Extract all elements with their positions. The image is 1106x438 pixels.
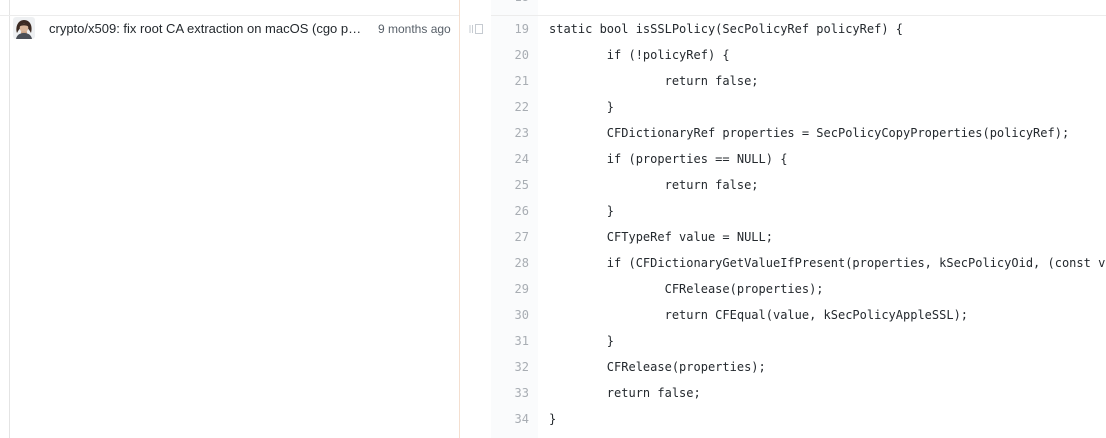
code-top-border (491, 15, 1106, 16)
blame-divider (459, 0, 460, 438)
line-number[interactable]: 22 (491, 98, 529, 116)
line-number[interactable]: 21 (491, 72, 529, 90)
code-line: CFRelease(properties); (549, 282, 824, 296)
code-line: } (549, 334, 615, 348)
code-line: if (!policyRef) { (549, 48, 730, 62)
author-avatar-icon[interactable] (13, 17, 35, 39)
code-line: CFTypeRef value = NULL; (549, 230, 773, 244)
blame-view: crypto/x509: fix root CA extraction on m… (0, 0, 1106, 438)
code-line: return CFEqual(value, kSecPolicyAppleSSL… (549, 308, 969, 322)
code-line: if (CFDictionaryGetValueIfPresent(proper… (549, 256, 1106, 270)
line-number[interactable]: 29 (491, 280, 529, 298)
line-number[interactable]: 34 (491, 410, 529, 428)
commit-age: 9 months ago (378, 22, 451, 36)
code-line: CFDictionaryRef properties = SecPolicyCo… (549, 126, 1070, 140)
code-line: CFRelease(properties); (549, 360, 766, 374)
code-line: return false; (549, 178, 759, 192)
blame-column: crypto/x509: fix root CA extraction on m… (0, 0, 459, 438)
line-number[interactable]: 20 (491, 46, 529, 64)
code-line: } (549, 204, 615, 218)
commit-message-link[interactable]: crypto/x509: fix root CA extraction on m… (49, 20, 367, 38)
blame-left-border (9, 0, 10, 438)
reblame-icon[interactable] (466, 21, 486, 37)
line-number[interactable]: 33 (491, 384, 529, 402)
line-number[interactable]: 19 (491, 20, 529, 38)
code-line: static bool isSSLPolicy(SecPolicyRef pol… (549, 22, 904, 36)
line-number[interactable]: 23 (491, 124, 529, 142)
line-number[interactable]: 30 (491, 306, 529, 324)
line-number[interactable]: 24 (491, 150, 529, 168)
line-number[interactable]: 25 (491, 176, 529, 194)
line-number[interactable]: 32 (491, 358, 529, 376)
line-number[interactable]: 28 (491, 254, 529, 272)
code-line: } (549, 412, 557, 426)
line-number[interactable]: 27 (491, 228, 529, 246)
line-number-partial[interactable]: 18 (491, 0, 529, 6)
blame-top-border (0, 15, 459, 16)
line-number[interactable]: 26 (491, 202, 529, 220)
code-line: if (properties == NULL) { (549, 152, 788, 166)
code-line: return false; (549, 386, 701, 400)
code-line: } (549, 100, 615, 114)
line-number[interactable]: 31 (491, 332, 529, 350)
code-line: return false; (549, 74, 759, 88)
